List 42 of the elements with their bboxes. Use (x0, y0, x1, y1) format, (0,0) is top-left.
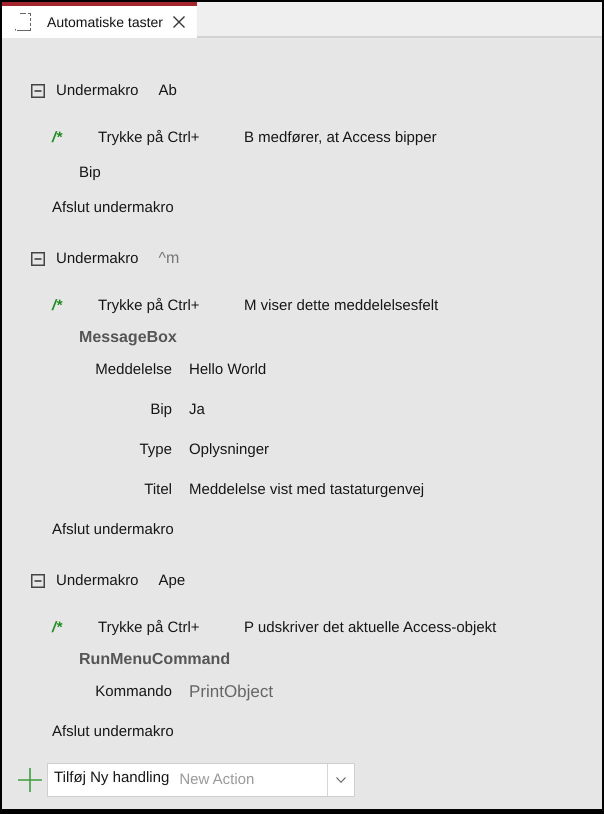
new-action-field[interactable]: New Action (175, 764, 327, 796)
submacro-name: Ape (158, 570, 186, 591)
comment-text: Trykke på Ctrl+ (98, 618, 201, 638)
submacro-name: Ab (158, 80, 177, 101)
comment-text: P udskriver det aktuelle Access-objekt (244, 618, 496, 638)
collapse-icon[interactable] (31, 574, 45, 588)
argument-value[interactable]: Hello World (189, 358, 266, 382)
comment-text: B medfører, at Access bipper (244, 128, 437, 148)
submacro-keyword: Undermakro (56, 570, 139, 591)
argument-label: Titel (143, 480, 172, 500)
submacro-keyword: Undermakro (56, 248, 139, 269)
document-tab[interactable]: Automatiske taster (2, 2, 197, 38)
argument-label: Meddelelse (94, 360, 172, 380)
new-action-combobox[interactable]: Tilføj Ny handling New Action (47, 763, 355, 797)
argument-label: Bip (149, 400, 172, 420)
dashed-page-icon (15, 13, 31, 31)
argument-value[interactable]: Meddelelse vist med tastaturgenvej (189, 478, 424, 502)
argument-label: Kommando (94, 682, 172, 702)
comment-marker: /* (52, 128, 64, 148)
argument-label: Type (138, 440, 172, 460)
comment-text: Trykke på Ctrl+ (98, 128, 201, 148)
end-submacro-label: Afslut undermakro (52, 198, 174, 218)
comment-marker: /* (52, 296, 64, 316)
submacro-keyword: Undermakro (56, 80, 139, 101)
chevron-down-icon (336, 777, 346, 783)
argument-value[interactable]: PrintObject (189, 679, 274, 705)
argument-value[interactable]: Ja (189, 398, 205, 422)
action-name[interactable]: MessageBox (79, 326, 177, 350)
submacro-name: ^m (158, 249, 180, 269)
argument-value[interactable]: Oplysninger (189, 438, 270, 462)
collapse-icon[interactable] (31, 84, 45, 98)
comment-marker: /* (52, 618, 64, 638)
comment-text: M viser dette meddelelsesfelt (244, 296, 438, 316)
end-submacro-label: Afslut undermakro (52, 520, 174, 540)
add-action-label: Tilføj Ny handling (54, 768, 170, 788)
action-name[interactable]: RunMenuCommand (79, 648, 230, 672)
comment-text: Trykke på Ctrl+ (98, 296, 201, 316)
collapse-icon[interactable] (31, 252, 45, 266)
end-submacro-label: Afslut undermakro (52, 722, 174, 742)
plus-icon[interactable] (18, 768, 42, 792)
close-icon[interactable] (172, 16, 185, 28)
action-name[interactable]: Bip (79, 162, 101, 184)
